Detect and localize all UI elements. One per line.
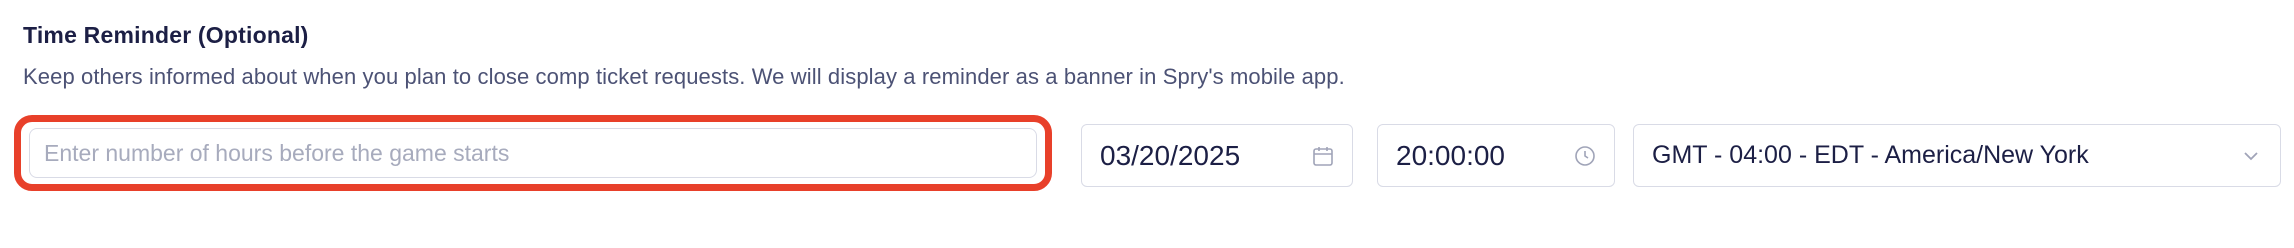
time-field[interactable]: 20:00:00	[1377, 124, 1615, 187]
time-value: 20:00:00	[1396, 139, 1505, 171]
chevron-down-icon[interactable]	[2238, 143, 2264, 169]
date-value: 03/20/2025	[1100, 139, 1241, 171]
hours-input-highlight	[14, 115, 1052, 191]
section-description: Keep others informed about when you plan…	[23, 64, 1345, 89]
clock-icon[interactable]	[1572, 143, 1598, 169]
hours-before-game-input[interactable]	[29, 128, 1037, 178]
date-field[interactable]: 03/20/2025	[1081, 124, 1353, 187]
timezone-value: GMT - 04:00 - EDT - America/New York	[1652, 141, 2089, 169]
timezone-select[interactable]: GMT - 04:00 - EDT - America/New York	[1633, 124, 2281, 187]
section-title: Time Reminder (Optional)	[23, 22, 309, 48]
calendar-icon[interactable]	[1310, 143, 1336, 169]
